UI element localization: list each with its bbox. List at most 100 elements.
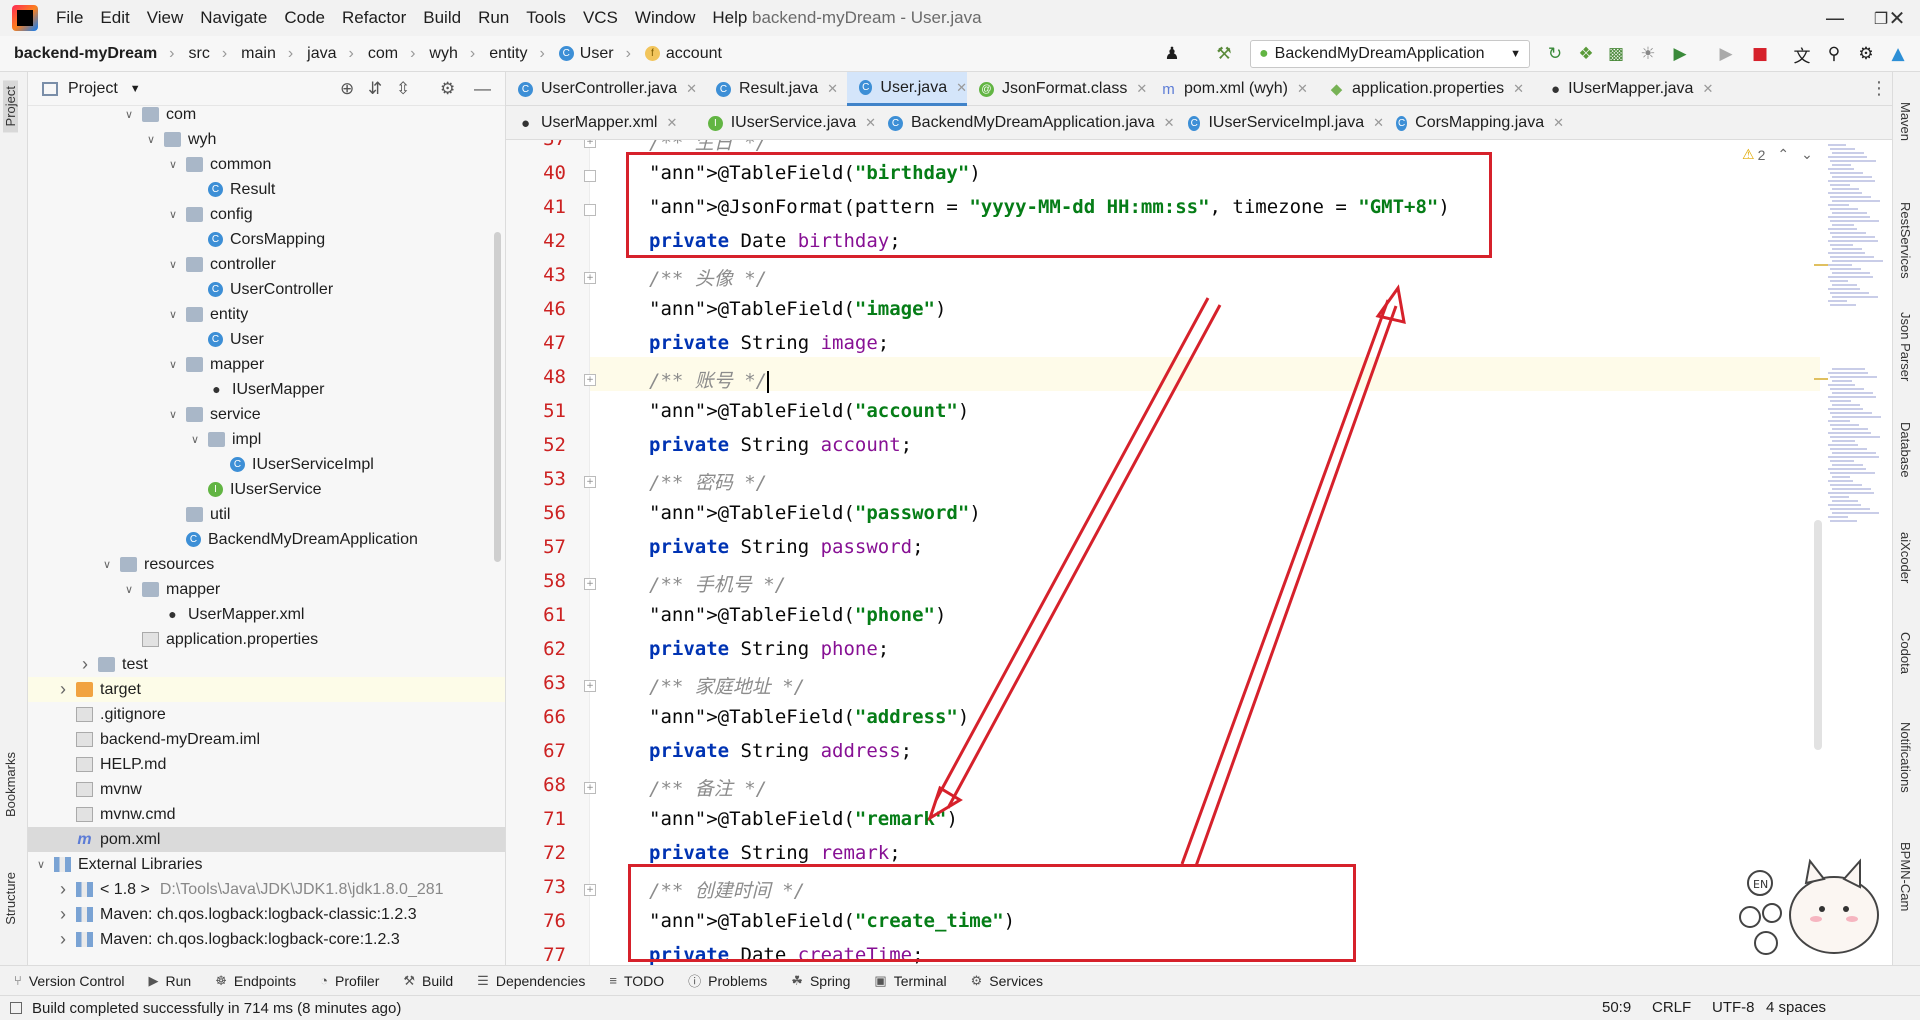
bottom-tool-button[interactable]: ⚙ Services (971, 973, 1043, 989)
structure-tool-tab[interactable]: Structure (3, 872, 18, 925)
code-line[interactable]: "ann">@TableField("phone") (649, 604, 946, 626)
right-tool-tab[interactable]: Database (1898, 422, 1913, 478)
line-number[interactable]: 52 (506, 434, 566, 456)
bottom-tool-button[interactable]: ≡ TODO (609, 973, 664, 989)
code-line[interactable]: private String phone; (649, 638, 889, 660)
right-tool-tab[interactable]: aiXcoder (1898, 532, 1913, 583)
editor-tab[interactable]: ● UserMapper.xml ✕ (506, 106, 696, 140)
chevron-right-icon[interactable]: › (56, 679, 70, 700)
chevron-right-icon[interactable]: › (56, 929, 70, 950)
collapse-all-icon[interactable]: ⇳ (396, 79, 410, 99)
bottom-tool-button[interactable]: ☸ Endpoints (215, 973, 296, 989)
tree-item[interactable]: ∨ service (28, 402, 505, 427)
tree-item[interactable]: › target (28, 677, 505, 702)
bottom-tool-button[interactable]: ☰ Dependencies (477, 973, 585, 989)
editor-tab[interactable]: ● IUserMapper.java ✕ (1539, 72, 1713, 106)
code-line[interactable]: private String address; (649, 740, 912, 762)
code-line[interactable]: private String remark; (649, 842, 901, 864)
line-number[interactable]: 48 (506, 366, 566, 388)
stop-icon[interactable]: ■ (1748, 42, 1772, 66)
editor-tab[interactable]: I IUserService.java ✕ (696, 106, 876, 140)
tree-item[interactable]: C UserController (28, 277, 505, 302)
breadcrumb-java[interactable]: java (307, 45, 336, 63)
tree-item[interactable]: util (28, 502, 505, 527)
right-tool-tab[interactable]: Maven (1898, 102, 1913, 141)
right-tool-tab[interactable]: Notifications (1898, 722, 1913, 793)
line-number[interactable]: 56 (506, 502, 566, 524)
close-tab-icon[interactable]: ✕ (686, 81, 697, 97)
bottom-tool-button[interactable]: ◔ Profiler (320, 973, 379, 989)
fold-toggle-icon[interactable]: + (584, 680, 596, 692)
chevron-right-icon[interactable]: › (78, 654, 92, 675)
line-number[interactable]: 43 (506, 264, 566, 286)
run-icon[interactable]: ▶ (1714, 42, 1738, 66)
tree-item[interactable]: C User (28, 327, 505, 352)
bottom-tool-button[interactable]: ⑂ Version Control (14, 973, 125, 989)
code-line[interactable]: /** 备注 */ (649, 774, 767, 801)
chevron-down-icon[interactable]: ∨ (122, 108, 136, 121)
right-tool-tab[interactable]: RestServices (1898, 202, 1913, 279)
build-hammer-icon[interactable]: ⚒ (1212, 42, 1236, 66)
status-message[interactable]: Build completed successfully in 714 ms (… (32, 1000, 401, 1017)
code-line[interactable]: private String password; (649, 536, 924, 558)
bottom-tool-button[interactable]: ▣ Terminal (874, 973, 946, 989)
tree-item[interactable]: ∨ common (28, 152, 505, 177)
caret-position[interactable]: 50:9 (1602, 999, 1631, 1016)
rerun-icon[interactable]: ↻ (1543, 42, 1567, 66)
close-tab-icon[interactable]: ✕ (1702, 81, 1713, 97)
line-number[interactable]: 47 (506, 332, 566, 354)
breadcrumb-account[interactable]: f account (644, 45, 722, 63)
code-line[interactable]: private String image; (649, 332, 889, 354)
chevron-down-icon[interactable]: ∨ (166, 158, 180, 171)
breadcrumb-wyh[interactable]: wyh (429, 45, 457, 63)
previous-highlight-icon[interactable]: ⌃ (1777, 146, 1789, 163)
tree-item[interactable]: ∨ resources (28, 552, 505, 577)
tree-item[interactable]: ∨ mapper (28, 577, 505, 602)
close-tab-icon[interactable]: ✕ (1553, 115, 1564, 131)
tree-item[interactable]: › < 1.8 > D:\Tools\Java\JDK\JDK1.8\jdk1.8.… (28, 877, 505, 902)
line-number[interactable]: 41 (506, 196, 566, 218)
menu-tools[interactable]: Tools (526, 8, 566, 28)
chevron-down-icon[interactable]: ▼ (130, 83, 141, 95)
close-tab-icon[interactable]: ✕ (1513, 81, 1524, 97)
close-tab-icon[interactable]: ✕ (956, 80, 967, 96)
code-line[interactable]: "ann">@TableField("account") (649, 400, 969, 422)
tree-item[interactable]: ∨ config (28, 202, 505, 227)
line-number[interactable]: 58 (506, 570, 566, 592)
tree-item[interactable]: ∨ mapper (28, 352, 505, 377)
chevron-down-icon[interactable]: ∨ (144, 133, 158, 146)
bottom-tool-button[interactable]: ▶ Run (149, 973, 192, 989)
close-tab-icon[interactable]: ✕ (1164, 115, 1175, 131)
code-line[interactable]: /** 家庭地址 */ (649, 672, 805, 699)
tree-item[interactable]: HELP.md (28, 752, 505, 777)
project-tool-tab[interactable]: Project (3, 80, 18, 133)
editor-tab[interactable]: ◆ application.properties ✕ (1317, 72, 1539, 106)
chevron-right-icon[interactable]: › (56, 904, 70, 925)
chevron-down-icon[interactable]: ∨ (166, 308, 180, 321)
tree-item[interactable]: ∨ wyh (28, 127, 505, 152)
chevron-down-icon[interactable]: ∨ (166, 258, 180, 271)
line-number[interactable]: 73 (506, 876, 566, 898)
chevron-down-icon[interactable]: ∨ (100, 558, 114, 571)
tree-item[interactable]: ● IUserMapper (28, 377, 505, 402)
tree-item[interactable]: backend-myDream.iml (28, 727, 505, 752)
tree-item[interactable]: › test (28, 652, 505, 677)
code-line[interactable]: "ann">@TableField("password") (649, 502, 981, 524)
close-tab-icon[interactable]: ✕ (1136, 81, 1147, 97)
tree-item[interactable]: mvnw (28, 777, 505, 802)
tree-item[interactable]: mvnw.cmd (28, 802, 505, 827)
close-tab-icon[interactable]: ✕ (1373, 115, 1384, 131)
line-number[interactable]: 67 (506, 740, 566, 762)
menu-build[interactable]: Build (423, 8, 461, 28)
tree-item[interactable]: I IUserService (28, 477, 505, 502)
fold-toggle-icon[interactable] (584, 170, 596, 182)
close-window-icon[interactable]: ✕ (1874, 0, 1920, 36)
menu-help[interactable]: Help (712, 8, 747, 28)
coverage-icon[interactable]: ▩ (1604, 42, 1628, 66)
line-number[interactable]: 51 (506, 400, 566, 422)
code-line[interactable]: private String account; (649, 434, 912, 456)
line-number[interactable]: 62 (506, 638, 566, 660)
menu-edit[interactable]: Edit (100, 8, 129, 28)
tree-item[interactable]: › Maven: ch.qos.logback:logback-classic:1… (28, 902, 505, 927)
editor-tab[interactable]: C CorsMapping.java ✕ (1384, 106, 1564, 140)
